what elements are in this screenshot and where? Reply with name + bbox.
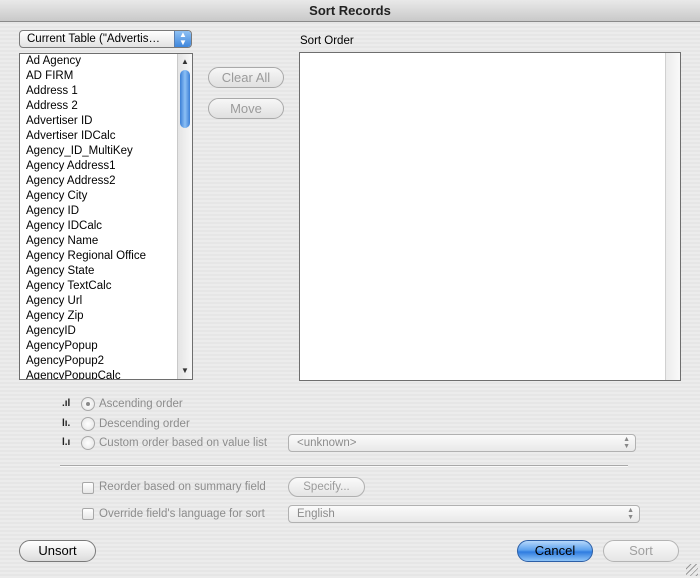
table-selector-value: Current Table ("Advertis… (27, 33, 160, 45)
sort-order-list[interactable] (299, 52, 681, 381)
field-list-item[interactable]: Address 1 (20, 84, 192, 99)
sort-order-scrollbar[interactable] (665, 53, 680, 380)
sort-records-window: Sort Records Current Table ("Advertis… ▲… (0, 0, 700, 578)
field-list-item[interactable]: Agency ID (20, 204, 192, 219)
field-list-item[interactable]: Agency Regional Office (20, 249, 192, 264)
scroll-down-icon[interactable]: ▼ (178, 365, 192, 377)
resize-grip-icon[interactable] (686, 564, 698, 576)
table-selector-popup[interactable]: Current Table ("Advertis… ▲ ▼ (19, 30, 192, 48)
specify-button[interactable]: Specify... (288, 477, 365, 497)
field-list-item[interactable]: Agency Name (20, 234, 192, 249)
value-list-popup[interactable]: <unknown> ▲ ▼ (288, 434, 636, 452)
descending-label: Descending order (99, 418, 190, 430)
field-list-item[interactable]: Ad Agency (20, 54, 192, 69)
divider (60, 465, 628, 467)
value-list-value: <unknown> (297, 437, 357, 449)
custom-radio[interactable] (81, 436, 95, 450)
field-list-item[interactable]: Agency Address1 (20, 159, 192, 174)
field-list-item[interactable]: Agency TextCalc (20, 279, 192, 294)
ascending-label: Ascending order (99, 398, 183, 410)
ascending-order-icon: .ıl (62, 398, 71, 409)
field-list-item[interactable]: AgencyPopup (20, 339, 192, 354)
field-items: Ad Agency AD FIRM Address 1 Address 2 Advert… (20, 54, 192, 379)
field-list-item[interactable]: AD FIRM (20, 69, 192, 84)
language-checkbox[interactable] (82, 508, 94, 520)
sort-button[interactable]: Sort (603, 540, 679, 562)
cancel-button[interactable]: Cancel (517, 540, 593, 562)
sort-order-label: Sort Order (300, 35, 354, 47)
field-list-item[interactable]: AgencyID (20, 324, 192, 339)
field-list-scrollbar[interactable]: ▲ ▼ (177, 54, 192, 379)
field-list-item[interactable]: Agency Address2 (20, 174, 192, 189)
field-list-item[interactable]: Agency State (20, 264, 192, 279)
language-label: Override field's language for sort (99, 508, 265, 520)
field-list-item[interactable]: Agency Zip (20, 309, 192, 324)
unsort-button[interactable]: Unsort (19, 540, 96, 562)
window-title: Sort Records (0, 0, 700, 22)
scroll-up-icon[interactable]: ▲ (178, 56, 192, 68)
field-list[interactable]: Ad Agency AD FIRM Address 1 Address 2 Advert… (19, 53, 193, 380)
custom-order-icon: l.ı (62, 437, 71, 448)
field-list-item[interactable]: AgencyPopup2 (20, 354, 192, 369)
field-list-item[interactable]: Advertiser ID (20, 114, 192, 129)
popup-arrows-icon: ▲ ▼ (174, 31, 191, 47)
field-list-item[interactable]: Agency City (20, 189, 192, 204)
clear-all-button[interactable]: Clear All (208, 67, 284, 88)
popup-arrows-icon: ▲ ▼ (627, 507, 634, 521)
language-popup[interactable]: English ▲ ▼ (288, 505, 640, 523)
language-value: English (297, 508, 335, 520)
ascending-radio[interactable] (81, 397, 95, 411)
field-list-item[interactable]: Agency IDCalc (20, 219, 192, 234)
field-list-item[interactable]: Agency Url (20, 294, 192, 309)
field-list-item[interactable]: Address 2 (20, 99, 192, 114)
descending-radio[interactable] (81, 417, 95, 431)
descending-order-icon: lı. (62, 418, 71, 429)
summary-label: Reorder based on summary field (99, 481, 266, 493)
move-button[interactable]: Move (208, 98, 284, 119)
summary-checkbox[interactable] (82, 482, 94, 494)
custom-label: Custom order based on value list (99, 437, 268, 449)
field-list-item[interactable]: AgencyPopupCalc (20, 369, 192, 379)
field-list-item[interactable]: Advertiser IDCalc (20, 129, 192, 144)
popup-arrows-icon: ▲ ▼ (623, 436, 630, 450)
scroll-thumb[interactable] (180, 70, 190, 128)
field-list-item[interactable]: Agency_ID_MultiKey (20, 144, 192, 159)
